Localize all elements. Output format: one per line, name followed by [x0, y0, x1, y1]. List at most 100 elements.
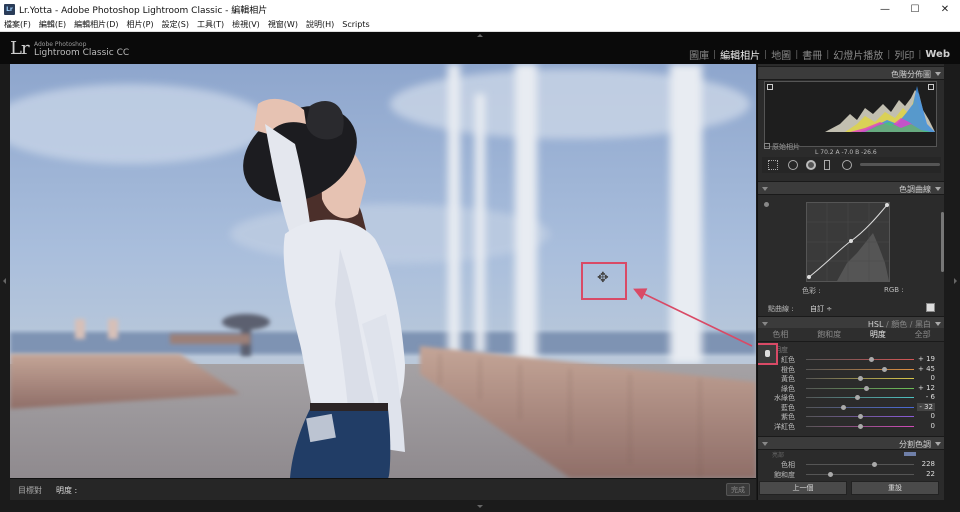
reset-button[interactable]: 重設 [851, 481, 939, 495]
module-web[interactable]: Web [921, 49, 954, 60]
menu-settings[interactable]: 設定(S) [162, 19, 189, 30]
hsl-slider-knob[interactable] [858, 423, 863, 429]
target-group-value[interactable]: 明度 : [56, 485, 77, 496]
split-toning-slider-row[interactable]: 飽和度 22 [758, 470, 944, 479]
left-panel-edge[interactable] [0, 64, 10, 500]
split-toning-slider-row[interactable]: 色相 228 [758, 460, 944, 469]
adjustment-brush-icon[interactable] [860, 163, 940, 166]
menu-photo[interactable]: 相片(P) [127, 19, 154, 30]
highlight-clipping-icon[interactable] [928, 84, 934, 90]
hsl-slider-row[interactable]: 紅色 + 19 [758, 355, 944, 364]
collapse-triangle-icon[interactable] [935, 442, 941, 446]
module-develop[interactable]: 編輯相片 [716, 47, 764, 62]
photo-canvas[interactable] [10, 64, 756, 478]
filmstrip-edge[interactable] [0, 500, 960, 512]
split-toning-slider-knob[interactable] [827, 472, 833, 477]
menu-window[interactable]: 視窗(W) [268, 19, 298, 30]
menu-file[interactable]: 檔案(F) [4, 19, 31, 30]
hsl-slider-value[interactable]: - 6 [926, 393, 935, 401]
collapse-triangle-icon[interactable] [935, 72, 941, 76]
hsl-slider-knob[interactable] [858, 376, 863, 381]
tab-luminance[interactable]: 明度 [870, 329, 886, 340]
hsl-slider-knob[interactable] [840, 404, 846, 410]
red-eye-tool-icon[interactable] [806, 160, 816, 170]
previous-button[interactable]: 上一個 [759, 481, 847, 495]
close-button[interactable]: ✕ [930, 0, 960, 18]
tone-curve-graph[interactable] [806, 202, 890, 282]
hsl-slider-knob[interactable] [854, 395, 860, 400]
collapse-triangle-icon[interactable] [935, 322, 941, 326]
hsl-slider-value[interactable]: + 19 [918, 355, 935, 363]
hsl-slider-row[interactable]: 橙色 + 45 [758, 365, 944, 374]
hsl-slider-knob[interactable] [864, 385, 870, 391]
menu-tools[interactable]: 工具(T) [197, 19, 224, 30]
minimize-button[interactable]: — [870, 0, 900, 18]
left-panel-collapse-icon[interactable] [3, 278, 6, 284]
histogram-panel-header[interactable]: 色階分佈圖 [758, 66, 944, 80]
top-panel-collapse-icon[interactable] [477, 34, 483, 37]
hsl-slider-track[interactable] [806, 387, 914, 389]
split-toning-slider-value[interactable]: 228 [922, 460, 935, 468]
spot-removal-tool-icon[interactable] [788, 160, 798, 170]
hsl-slider-knob[interactable] [868, 357, 874, 362]
module-book[interactable]: 書冊 [798, 47, 826, 62]
filmstrip-collapse-icon[interactable] [477, 505, 483, 508]
target-adjustment-icon[interactable] [764, 202, 769, 207]
split-toning-slider-track[interactable] [806, 464, 914, 465]
split-toning-slider-value[interactable]: 22 [926, 470, 935, 478]
hsl-slider-value[interactable]: 0 [931, 412, 935, 420]
hsl-slider-row[interactable]: 洋紅色 0 [758, 422, 944, 431]
module-slideshow[interactable]: 幻燈片播放 [829, 47, 887, 62]
panel-options-icon[interactable] [762, 442, 768, 446]
menu-view[interactable]: 檢視(V) [232, 19, 260, 30]
hsl-slider-value[interactable]: + 12 [918, 384, 935, 392]
hsl-slider-track[interactable] [806, 397, 914, 398]
menu-help[interactable]: 說明(H) [306, 19, 334, 30]
original-photo-checkbox[interactable]: 原始相片 [764, 142, 800, 152]
split-toning-slider-track[interactable] [806, 474, 914, 475]
right-panel-edge[interactable] [944, 64, 960, 500]
module-map[interactable]: 地圖 [767, 47, 795, 62]
crop-tool-icon[interactable] [768, 160, 778, 170]
shadow-clipping-icon[interactable] [767, 84, 773, 90]
point-curve-select[interactable]: 自訂 ÷ [810, 304, 832, 314]
panel-options-icon[interactable] [762, 322, 768, 326]
hsl-slider-knob[interactable] [881, 366, 887, 372]
module-library[interactable]: 圖庫 [685, 47, 713, 62]
maximize-button[interactable]: ☐ [900, 0, 930, 18]
hsl-slider-row[interactable]: 綠色 + 12 [758, 384, 944, 393]
hsl-slider-track[interactable] [806, 359, 914, 360]
radial-filter-icon[interactable] [842, 160, 852, 170]
hsl-slider-track[interactable] [806, 406, 914, 408]
done-button[interactable]: 完成 [726, 483, 750, 496]
hsl-slider-value[interactable]: + 45 [918, 365, 935, 373]
edit-point-curve-icon[interactable] [926, 303, 935, 312]
hsl-slider-value[interactable]: 0 [931, 422, 935, 430]
split-toning-panel-header[interactable]: 分割色調 [758, 436, 944, 450]
split-toning-slider-knob[interactable] [872, 462, 878, 467]
hsl-slider-value[interactable]: 0 [931, 374, 935, 382]
tab-hue[interactable]: 色相 [772, 329, 788, 340]
module-print[interactable]: 列印 [890, 47, 918, 62]
tab-all[interactable]: 全部 [915, 329, 931, 340]
menu-scripts[interactable]: Scripts [342, 20, 369, 29]
hsl-slider-track[interactable] [806, 368, 914, 370]
graduated-filter-icon[interactable] [824, 160, 830, 170]
hsl-slider-knob[interactable] [858, 414, 863, 419]
tab-saturation[interactable]: 飽和度 [817, 329, 841, 340]
hsl-slider-value[interactable]: - 32 [917, 402, 935, 411]
panel-scrollbar[interactable] [941, 212, 944, 272]
histogram-graph[interactable]: L 70.2 A -7.0 B -26.6 [764, 81, 937, 156]
tone-curve-panel-header[interactable]: 色調曲線 [758, 181, 944, 195]
menu-develop[interactable]: 編輯相片(D) [74, 19, 118, 30]
hsl-slider-row[interactable]: 藍色 - 32 [758, 402, 944, 412]
menu-edit[interactable]: 編輯(E) [39, 19, 66, 30]
hsl-slider-row[interactable]: 黃色 0 [758, 374, 944, 383]
right-panel-collapse-icon[interactable] [954, 278, 957, 284]
hsl-slider-row[interactable]: 紫色 0 [758, 412, 944, 421]
collapse-triangle-icon[interactable] [935, 187, 941, 191]
checkbox-icon[interactable] [764, 143, 770, 149]
panel-options-icon[interactable] [762, 187, 768, 191]
highlight-color-swatch[interactable] [904, 452, 916, 456]
hsl-slider-row[interactable]: 水綠色 - 6 [758, 393, 944, 402]
